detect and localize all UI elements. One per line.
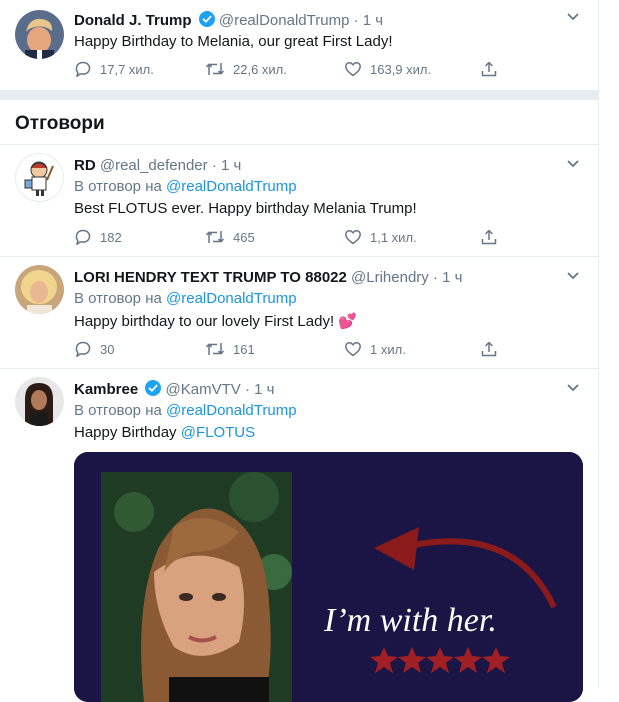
chevron-down-icon[interactable]: [566, 383, 580, 393]
reply-icon: [75, 341, 91, 358]
retweet-count: 161: [233, 341, 255, 357]
two-hearts-emoji: 💕: [338, 313, 357, 330]
main-tweet[interactable]: Donald J. Trump @realDonaldTrump · 1 ч H…: [0, 0, 598, 90]
like-button[interactable]: 1 хил.: [344, 340, 406, 358]
timeline-column: Donald J. Trump @realDonaldTrump · 1 ч H…: [0, 0, 599, 702]
mention-link[interactable]: @FLOTUS: [181, 424, 255, 441]
reply-count: 182: [100, 229, 122, 245]
like-count: 1,1 хил.: [370, 229, 417, 245]
reply-tweet[interactable]: RD @real_defender · 1 ч В отговор на @re…: [0, 145, 598, 257]
avatar[interactable]: [15, 377, 64, 426]
reply-count: 30: [100, 341, 115, 357]
like-count: 1 хил.: [370, 341, 406, 357]
tweet-image[interactable]: I’m with her.: [74, 452, 583, 702]
chevron-down-icon[interactable]: [566, 271, 580, 281]
replying-to: В отговор на @realDonaldTrump: [74, 178, 297, 195]
share-icon: [481, 229, 497, 245]
image-artwork: [74, 452, 583, 702]
chevron-down-icon[interactable]: [566, 159, 580, 169]
reply-button[interactable]: 30: [74, 340, 114, 358]
reply-button[interactable]: 17,7 хил.: [74, 60, 154, 78]
image-caption: I’m with her.: [324, 602, 497, 639]
reply-count: 17,7 хил.: [100, 61, 154, 77]
avatar[interactable]: [15, 10, 64, 59]
replying-prefix: В отговор на: [74, 178, 162, 195]
separator-dot: ·: [244, 381, 250, 398]
tweet-time[interactable]: 1 ч: [254, 381, 274, 398]
separator-dot: ·: [353, 12, 359, 29]
author-name[interactable]: Donald J. Trump: [74, 12, 192, 29]
retweet-button[interactable]: 22,6 хил.: [205, 60, 287, 78]
heart-icon: [345, 229, 361, 245]
author-name[interactable]: RD: [74, 157, 96, 174]
verified-badge-icon: [198, 11, 215, 31]
tweet-text: Happy birthday to our lovely First Lady!…: [74, 312, 357, 330]
avatar[interactable]: [15, 153, 64, 202]
avatar[interactable]: [15, 265, 64, 314]
reply-button[interactable]: 182: [74, 228, 122, 246]
author-name[interactable]: Kambree: [74, 381, 138, 398]
tweet-actions: 30 161 1 хил.: [74, 340, 504, 360]
retweet-button[interactable]: 465: [205, 228, 255, 246]
reply-tweet[interactable]: LORI HENDRY TEXT TRUMP TO 88022 @Lrihend…: [0, 257, 598, 369]
tweet-text: Happy Birthday @FLOTUS: [74, 424, 255, 441]
replies-header: Отговори: [0, 100, 598, 145]
retweet-count: 465: [233, 229, 255, 245]
chevron-down-icon[interactable]: [566, 12, 580, 22]
replying-to: В отговор на @realDonaldTrump: [74, 402, 297, 419]
tweet-text: Best FLOTUS ever. Happy birthday Melania…: [74, 200, 417, 217]
tweet-header: Kambree @KamVTV · 1 ч: [74, 380, 274, 400]
separator-dot: ·: [211, 157, 217, 174]
retweet-icon: [205, 343, 225, 355]
verified-badge-icon: [145, 380, 162, 400]
share-icon: [481, 61, 497, 77]
like-count: 163,9 хил.: [370, 61, 432, 77]
author-handle[interactable]: @KamVTV: [166, 381, 241, 398]
section-title: Отговори: [15, 113, 105, 134]
separator-dot: ·: [432, 269, 438, 286]
author-handle[interactable]: @Lrihendry: [351, 269, 429, 286]
replying-to-link[interactable]: @realDonaldTrump: [166, 178, 297, 195]
author-handle[interactable]: @real_defender: [100, 157, 208, 174]
retweet-button[interactable]: 161: [205, 340, 255, 358]
share-button[interactable]: [480, 228, 498, 246]
tweet-text-body: Happy Birthday: [74, 424, 181, 441]
section-divider: [0, 90, 598, 100]
share-icon: [481, 341, 497, 357]
share-button[interactable]: [480, 340, 498, 358]
tweet-text-body: Happy birthday to our lovely First Lady!: [74, 313, 339, 330]
author-handle[interactable]: @realDonaldTrump: [219, 12, 350, 29]
tweet-time[interactable]: 1 ч: [363, 12, 383, 29]
replying-prefix: В отговор на: [74, 290, 162, 307]
retweet-count: 22,6 хил.: [233, 61, 287, 77]
replying-prefix: В отговор на: [74, 402, 162, 419]
like-button[interactable]: 1,1 хил.: [344, 228, 417, 246]
tweet-header: LORI HENDRY TEXT TRUMP TO 88022 @Lrihend…: [74, 269, 462, 286]
tweet-actions: 17,7 хил. 22,6 хил. 163,9 хил.: [74, 60, 504, 80]
retweet-icon: [205, 63, 225, 75]
author-name[interactable]: LORI HENDRY TEXT TRUMP TO 88022: [74, 269, 347, 286]
heart-icon: [345, 61, 361, 77]
share-button[interactable]: [480, 60, 498, 78]
tweet-text: Happy Birthday to Melania, our great Fir…: [74, 33, 393, 50]
tweet-header: Donald J. Trump @realDonaldTrump · 1 ч: [74, 11, 383, 31]
tweet-time[interactable]: 1 ч: [442, 269, 462, 286]
reply-icon: [75, 229, 91, 246]
tweet-actions: 182 465 1,1 хил.: [74, 228, 504, 248]
like-button[interactable]: 163,9 хил.: [344, 60, 431, 78]
retweet-icon: [205, 231, 225, 243]
tweet-header: RD @real_defender · 1 ч: [74, 157, 241, 174]
tweet-time[interactable]: 1 ч: [221, 157, 241, 174]
replying-to-link[interactable]: @realDonaldTrump: [166, 290, 297, 307]
replying-to-link[interactable]: @realDonaldTrump: [166, 402, 297, 419]
replying-to: В отговор на @realDonaldTrump: [74, 290, 297, 307]
heart-icon: [345, 341, 361, 357]
reply-icon: [75, 61, 91, 78]
